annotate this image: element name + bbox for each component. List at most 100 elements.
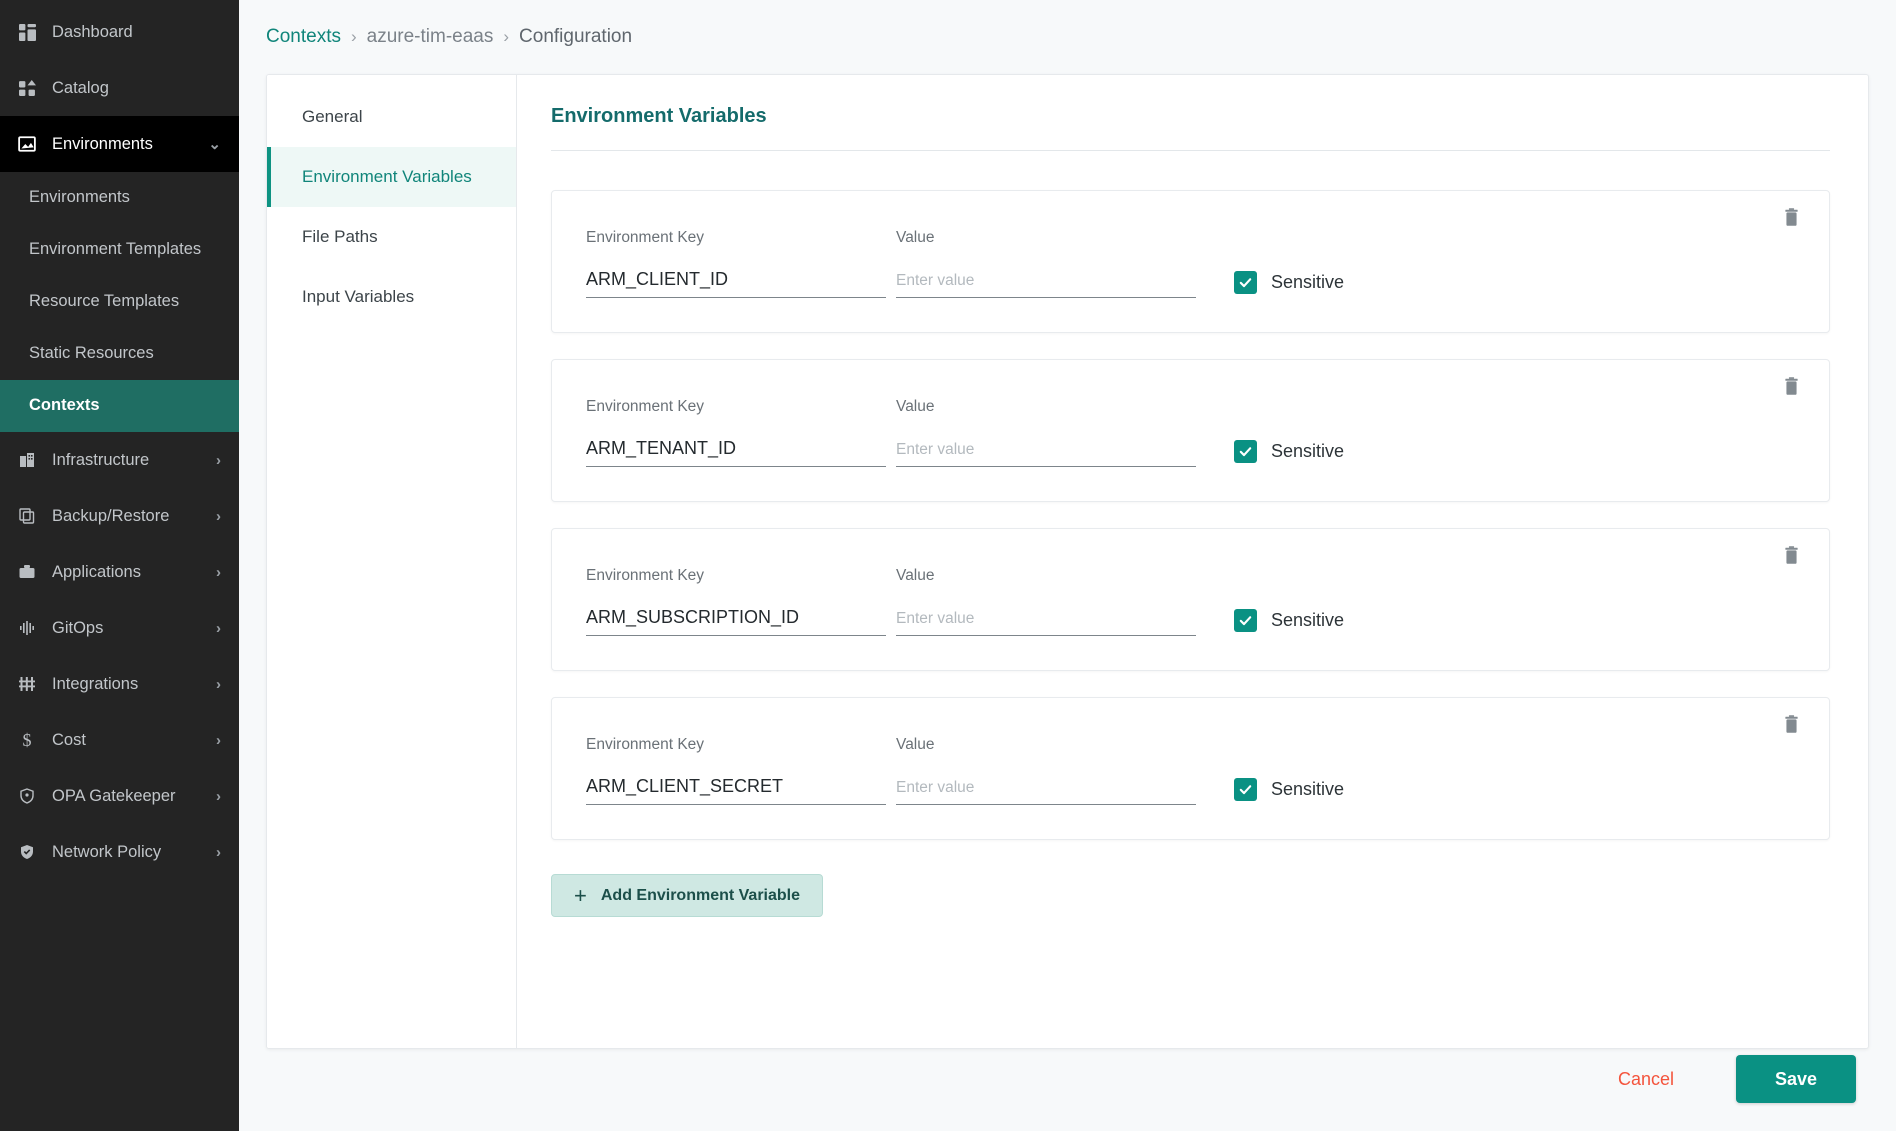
variable-row: Environment Key Value Sensitive	[586, 736, 1799, 805]
tab-label: General	[302, 107, 363, 126]
tab-environment-variables[interactable]: Environment Variables	[267, 147, 516, 207]
environment-value-input[interactable]	[896, 776, 1196, 805]
sidebar-item-gitops[interactable]: GitOps ›	[0, 600, 239, 656]
sidebar-subitem-static-resources[interactable]: Static Resources	[0, 328, 239, 380]
sidebar-item-label: Backup/Restore	[52, 506, 170, 525]
environment-variables-pane: Environment Variables Environment Key Val…	[517, 75, 1868, 1048]
dollar-icon: $	[22, 729, 32, 750]
environment-variable-card: Environment Key Value Sensitive	[551, 697, 1830, 840]
environment-key-label: Environment Key	[586, 229, 705, 246]
breadcrumb-current: Configuration	[519, 26, 633, 47]
sensitive-toggle[interactable]: Sensitive	[1234, 609, 1344, 636]
sidebar-item-environments[interactable]: Environments ⌄	[0, 116, 239, 172]
sidebar-item-dashboard[interactable]: Dashboard	[0, 4, 239, 60]
environment-value-label: Value	[896, 736, 935, 753]
environment-key-label: Environment Key	[586, 398, 705, 415]
environment-key-label: Environment Key	[586, 567, 705, 584]
add-environment-variable-button[interactable]: + Add Environment Variable	[551, 874, 824, 917]
environment-value-input[interactable]	[896, 269, 1196, 298]
sidebar-subitem-contexts[interactable]: Contexts	[0, 380, 239, 432]
sensitive-checkbox[interactable]	[1234, 609, 1257, 632]
sensitive-label: Sensitive	[1271, 779, 1345, 799]
environment-variable-list: Environment KeyValueSensitiveEnvironment…	[551, 190, 1830, 840]
sidebar-item-opa-gatekeeper[interactable]: OPA Gatekeeper ›	[0, 768, 239, 824]
sensitive-checkbox[interactable]	[1234, 778, 1257, 801]
sidebar-item-label: Applications	[52, 562, 141, 581]
environment-value-field: Value	[896, 229, 1196, 298]
environment-key-field: Environment Key	[586, 229, 886, 298]
chevron-right-icon[interactable]: ›	[216, 788, 221, 805]
sensitive-checkbox[interactable]	[1234, 440, 1257, 463]
chevron-right-icon[interactable]: ›	[216, 508, 221, 525]
tab-input-variables[interactable]: Input Variables	[267, 267, 516, 327]
sidebar-subitem-environments[interactable]: Environments	[0, 172, 239, 224]
chevron-right-icon[interactable]: ›	[216, 732, 221, 749]
environment-key-input[interactable]	[586, 438, 886, 467]
environment-value-label: Value	[896, 229, 935, 246]
delete-variable-icon[interactable]	[1777, 203, 1805, 231]
sidebar-item-infrastructure[interactable]: Infrastructure ›	[0, 432, 239, 488]
sidebar-item-applications[interactable]: Applications ›	[0, 544, 239, 600]
sidebar-subitem-environment-templates[interactable]: Environment Templates	[0, 224, 239, 276]
sidebar-item-backup-restore[interactable]: Backup/Restore ›	[0, 488, 239, 544]
plus-icon: +	[574, 882, 587, 908]
briefcase-icon	[14, 564, 40, 580]
breadcrumb: Contexts › azure-tim-eaas › Configuratio…	[239, 0, 1896, 74]
main-sidebar: Dashboard Catalog Environments ⌄ Environ…	[0, 0, 239, 1131]
dashboard-icon	[14, 23, 40, 41]
configuration-tab-list: General Environment Variables File Paths…	[267, 75, 517, 1048]
chevron-down-icon[interactable]: ⌄	[208, 135, 221, 153]
environment-variable-card: Environment Key Value Sensitive	[551, 359, 1830, 502]
environment-value-field: Value	[896, 567, 1196, 636]
chevron-right-icon[interactable]: ›	[216, 620, 221, 637]
delete-variable-icon[interactable]	[1777, 541, 1805, 569]
copy-icon	[14, 508, 40, 524]
sidebar-item-network-policy[interactable]: Network Policy ›	[0, 824, 239, 880]
sidebar-item-label: Network Policy	[52, 842, 162, 861]
catalog-icon	[14, 79, 40, 97]
sidebar-subitem-resource-templates[interactable]: Resource Templates	[0, 276, 239, 328]
chevron-right-icon[interactable]: ›	[216, 564, 221, 581]
environment-key-field: Environment Key	[586, 736, 886, 805]
environment-value-label: Value	[896, 567, 935, 584]
environment-value-field: Value	[896, 398, 1196, 467]
environment-key-input[interactable]	[586, 269, 886, 298]
delete-variable-icon[interactable]	[1777, 372, 1805, 400]
breadcrumb-context[interactable]: azure-tim-eaas	[367, 26, 494, 48]
sidebar-item-catalog[interactable]: Catalog	[0, 60, 239, 116]
main-content: Contexts › azure-tim-eaas › Configuratio…	[239, 0, 1896, 1131]
shield-icon	[14, 788, 40, 804]
sensitive-toggle[interactable]: Sensitive	[1234, 778, 1344, 805]
configuration-panel: General Environment Variables File Paths…	[266, 74, 1869, 1049]
tab-label: File Paths	[302, 227, 378, 246]
tab-label: Environment Variables	[302, 167, 472, 186]
sensitive-toggle[interactable]: Sensitive	[1234, 271, 1344, 298]
chevron-right-icon[interactable]: ›	[216, 844, 221, 861]
environment-variable-card: Environment Key Value Sensitive	[551, 190, 1830, 333]
sensitive-label: Sensitive	[1271, 441, 1345, 461]
tab-general[interactable]: General	[267, 87, 516, 147]
environment-value-input[interactable]	[896, 607, 1196, 636]
chevron-right-icon[interactable]: ›	[216, 452, 221, 469]
delete-variable-icon[interactable]	[1777, 710, 1805, 738]
breadcrumb-separator: ›	[350, 27, 357, 46]
environment-value-input[interactable]	[896, 438, 1196, 467]
cancel-button[interactable]: Cancel	[1600, 1059, 1692, 1100]
page-title: Environment Variables	[551, 105, 767, 127]
sidebar-item-integrations[interactable]: Integrations ›	[0, 656, 239, 712]
sidebar-item-label: Environments	[52, 134, 153, 153]
sidebar-subitem-label: Resource Templates	[29, 292, 180, 311]
sensitive-checkbox[interactable]	[1234, 271, 1257, 294]
breadcrumb-root[interactable]: Contexts	[266, 26, 341, 48]
title-divider	[551, 150, 1830, 151]
sensitive-toggle[interactable]: Sensitive	[1234, 440, 1344, 467]
save-button[interactable]: Save	[1736, 1055, 1856, 1103]
environment-key-input[interactable]	[586, 607, 886, 636]
chevron-right-icon[interactable]: ›	[216, 676, 221, 693]
variable-row: Environment Key Value Sensitive	[586, 229, 1799, 298]
sidebar-item-cost[interactable]: $ Cost ›	[0, 712, 239, 768]
environment-key-input[interactable]	[586, 776, 886, 805]
sensitive-label: Sensitive	[1271, 272, 1345, 292]
building-icon	[14, 452, 40, 468]
tab-file-paths[interactable]: File Paths	[267, 207, 516, 267]
